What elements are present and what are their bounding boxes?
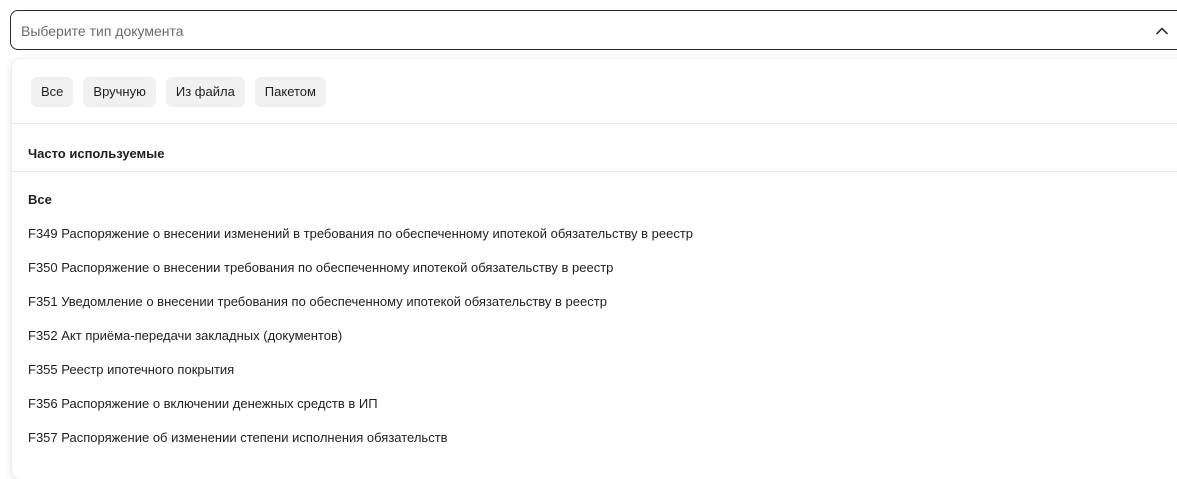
divider [12, 171, 1177, 172]
filter-chip-all[interactable]: Все [31, 77, 74, 107]
section-title-frequently-used: Часто используемые [28, 146, 165, 161]
select-placeholder: Выберите тип документа [21, 23, 184, 39]
document-type-select[interactable]: Выберите тип документа [10, 10, 1177, 50]
filter-chip-from-file[interactable]: Из файла [165, 77, 245, 107]
document-type-list: Все F349 Распоряжение о внесении изменен… [28, 190, 693, 462]
option-f356[interactable]: F356 Распоряжение о включении денежных с… [28, 394, 693, 428]
filter-chip-batch[interactable]: Пакетом [254, 77, 326, 107]
option-f350[interactable]: F350 Распоряжение о внесении требования … [28, 258, 693, 292]
option-f351[interactable]: F351 Уведомление о внесении требования п… [28, 292, 693, 326]
option-f349[interactable]: F349 Распоряжение о внесении изменений в… [28, 224, 693, 258]
filter-chips: Все Вручную Из файла Пакетом [31, 77, 326, 107]
option-all[interactable]: Все [28, 190, 693, 224]
option-f355[interactable]: F355 Реестр ипотечного покрытия [28, 360, 693, 394]
divider [12, 123, 1177, 124]
option-f357[interactable]: F357 Распоряжение об изменении степени и… [28, 428, 693, 462]
dropdown-panel: Все Вручную Из файла Пакетом Часто испол… [12, 59, 1177, 479]
option-f352[interactable]: F352 Акт приёма-передачи закладных (доку… [28, 326, 693, 360]
filter-chip-manual[interactable]: Вручную [83, 77, 156, 107]
chevron-up-icon[interactable] [1154, 23, 1170, 39]
